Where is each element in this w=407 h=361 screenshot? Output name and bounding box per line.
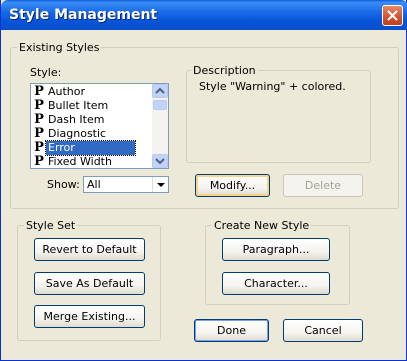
list-item[interactable]: P Dash Item [32, 113, 152, 127]
description-group: Description [186, 64, 371, 163]
done-button-label: Done [217, 324, 246, 337]
style-item-label: Diagnostic [48, 127, 107, 140]
chevron-down-icon [157, 183, 165, 187]
close-button[interactable] [382, 5, 403, 26]
paragraph-style-icon: P [34, 154, 44, 169]
character-button-label: Character... [244, 277, 308, 290]
modify-button[interactable]: Modify... [195, 174, 270, 197]
paragraph-button-label: Paragraph... [242, 243, 310, 256]
existing-styles-legend: Existing Styles [19, 41, 100, 54]
style-item-label: Fixed Width [48, 155, 112, 168]
style-item-label: Dash Item [48, 113, 105, 126]
style-list-scrollbar[interactable] [152, 84, 168, 168]
list-item-selected[interactable]: P Error [32, 140, 152, 156]
paragraph-style-icon: P [34, 126, 44, 141]
revert-button-label: Revert to Default [42, 243, 137, 256]
style-item-label: Error [45, 140, 136, 156]
scroll-thumb[interactable] [153, 100, 167, 110]
style-set-legend: Style Set [26, 219, 76, 232]
style-management-dialog: Style Management Existing Styles Style: … [0, 0, 407, 361]
list-item[interactable]: P Diagnostic [32, 127, 152, 141]
create-new-style-legend: Create New Style [214, 219, 310, 232]
description-legend: Description [193, 64, 256, 77]
scroll-up-button[interactable] [152, 84, 168, 98]
paragraph-style-icon: P [34, 112, 44, 127]
save-default-button-label: Save As Default [45, 277, 134, 290]
close-x-icon [387, 10, 398, 21]
paragraph-style-icon: P [34, 84, 44, 99]
done-button[interactable]: Done [194, 319, 269, 342]
scroll-down-button[interactable] [152, 154, 168, 168]
show-label: Show: [47, 178, 80, 191]
show-dropdown[interactable]: All [83, 176, 169, 193]
merge-button-label: Merge Existing... [43, 310, 136, 323]
description-text: Style "Warning" + colored. [199, 80, 346, 93]
style-label: Style: [30, 66, 62, 79]
style-item-label: Bullet Item [48, 99, 109, 112]
new-paragraph-style-button[interactable]: Paragraph... [222, 238, 330, 261]
dropdown-button[interactable] [152, 177, 168, 192]
modify-button-label: Modify... [209, 179, 256, 192]
style-item-label: Author [48, 85, 86, 98]
scroll-down-arrow-icon [155, 158, 165, 165]
window-title: Style Management [9, 7, 158, 23]
save-as-default-button[interactable]: Save As Default [34, 272, 145, 295]
delete-button-label: Delete [304, 179, 342, 192]
title-bar[interactable]: Style Management [1, 0, 407, 30]
paragraph-style-icon: P [34, 140, 44, 155]
list-item[interactable]: P Fixed Width [32, 155, 152, 169]
show-dropdown-value: All [87, 178, 101, 191]
scroll-up-arrow-icon [155, 87, 165, 94]
paragraph-style-icon: P [34, 98, 44, 113]
new-character-style-button[interactable]: Character... [222, 272, 330, 295]
delete-button[interactable]: Delete [283, 174, 363, 197]
list-item[interactable]: P Author [32, 85, 152, 99]
style-listbox[interactable]: P Author P Bullet Item P Dash Item P Dia… [30, 83, 169, 169]
cancel-button[interactable]: Cancel [283, 319, 363, 342]
list-item[interactable]: P Bullet Item [32, 99, 152, 113]
revert-to-default-button[interactable]: Revert to Default [34, 238, 145, 261]
cancel-button-label: Cancel [304, 324, 342, 337]
merge-existing-button[interactable]: Merge Existing... [34, 305, 145, 328]
